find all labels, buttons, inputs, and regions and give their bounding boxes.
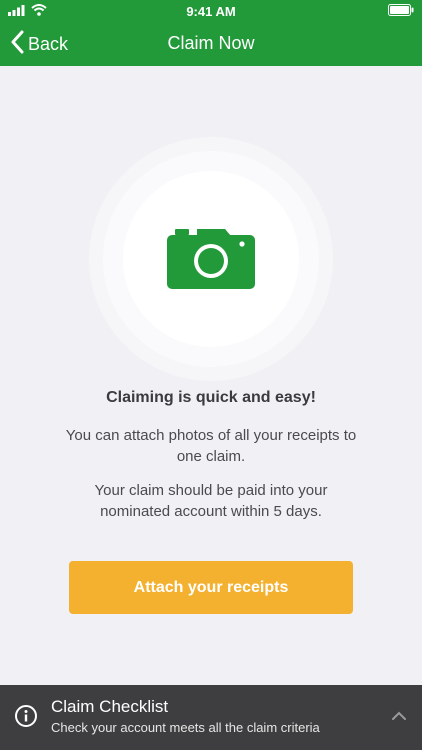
status-time: 9:41 AM xyxy=(186,4,236,19)
claim-description: You can attach photos of all your receip… xyxy=(65,427,357,465)
camera-icon xyxy=(167,223,255,294)
header: 9:41 AM Back Claim Now xyxy=(0,0,422,66)
status-bar: 9:41 AM xyxy=(0,0,422,22)
checklist-title: Claim Checklist xyxy=(51,697,169,716)
page-title: Claim Now xyxy=(167,33,255,53)
battery-icon xyxy=(388,4,414,19)
payment-info: Your claim should be paid into your nomi… xyxy=(94,482,328,520)
chevron-up-icon[interactable] xyxy=(392,708,406,726)
claim-heading: Claiming is quick and easy! xyxy=(106,389,316,406)
camera-illustration xyxy=(89,137,333,381)
nav-bar: Back Claim Now xyxy=(0,22,422,66)
claim-checklist-bar[interactable]: Claim Checklist Check your account meets… xyxy=(0,685,422,750)
attach-receipts-button[interactable]: Attach your receipts xyxy=(69,561,353,614)
checklist-subtitle: Check your account meets all the claim c… xyxy=(51,720,320,735)
info-icon xyxy=(14,704,38,733)
